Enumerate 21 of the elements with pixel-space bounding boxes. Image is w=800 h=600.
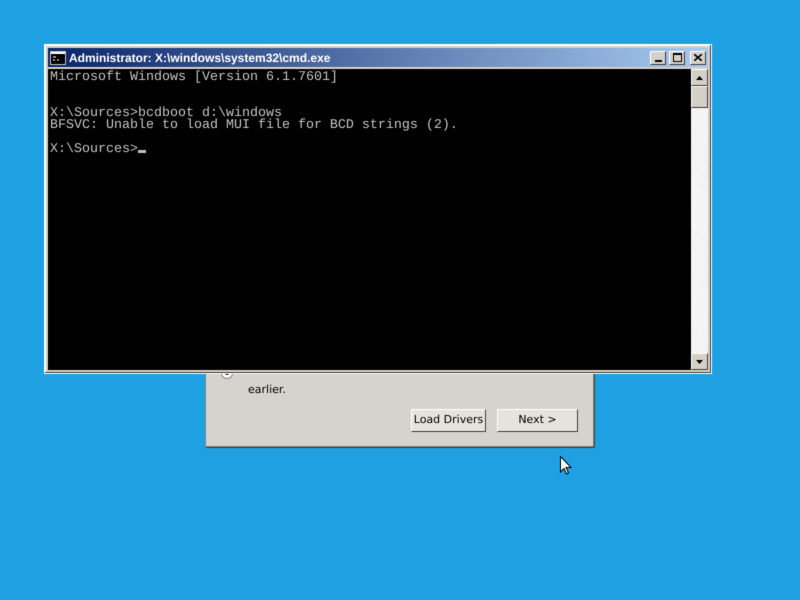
option-label: earlier. <box>248 383 287 396</box>
close-button[interactable] <box>690 50 706 64</box>
window-title: Administrator: X:\windows\system32\cmd.exe <box>69 50 332 66</box>
next-button[interactable]: Next > <box>497 409 578 432</box>
console-line: X:\Sources> <box>50 142 138 157</box>
close-icon <box>694 54 702 61</box>
load-drivers-button[interactable]: Load Drivers <box>411 409 486 432</box>
console-line: Microsoft Windows [Version 6.1.7601] <box>50 70 338 85</box>
minimize-icon <box>654 60 662 62</box>
minimize-button[interactable] <box>650 50 666 64</box>
console-line: BFSVC: Unable to load MUI file for BCD strings (2). <box>50 118 458 133</box>
console-icon <box>50 50 66 64</box>
scroll-down-button[interactable] <box>691 353 708 370</box>
scroll-thumb[interactable] <box>691 86 708 108</box>
mouse-pointer-icon <box>560 456 572 475</box>
down-arrow-icon <box>696 360 703 364</box>
up-arrow-icon <box>696 76 703 80</box>
maximize-icon <box>672 53 682 62</box>
scroll-bar[interactable] <box>691 69 708 370</box>
scroll-up-button[interactable] <box>691 69 708 86</box>
maximize-button[interactable] <box>669 50 685 64</box>
